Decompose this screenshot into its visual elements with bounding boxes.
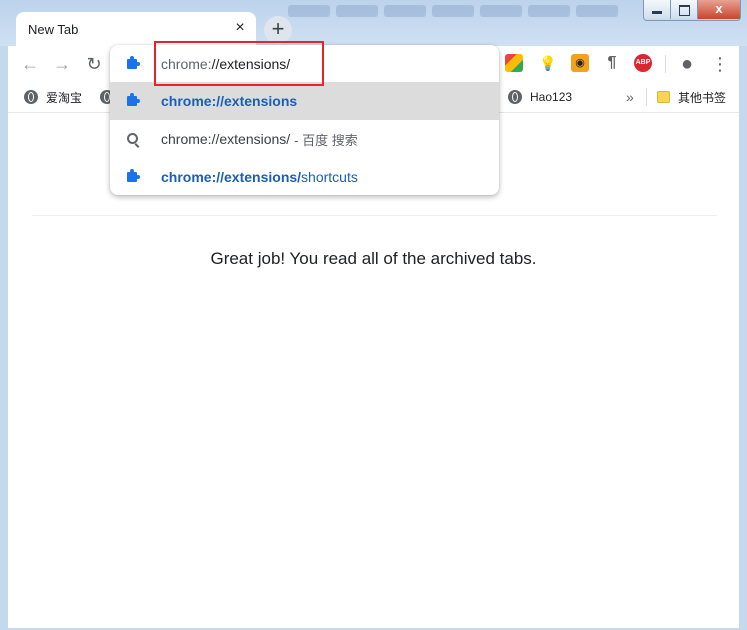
pilcrow-extension-icon[interactable]: ¶ <box>603 54 621 72</box>
folder-icon <box>657 91 670 103</box>
close-icon[interactable]: × <box>232 20 248 36</box>
omnibox-input-row[interactable]: chrome://extensions/ <box>110 45 499 83</box>
puzzle-icon <box>124 92 142 110</box>
search-icon <box>124 130 142 148</box>
maximize-button[interactable] <box>671 0 698 19</box>
back-button[interactable]: ← <box>18 52 42 76</box>
omnibox-suggestion[interactable]: chrome://extensions/ - 百度 搜索 <box>110 120 499 158</box>
color-extension-icon[interactable] <box>505 54 523 72</box>
bookmark-folder-other[interactable]: 其他书签 <box>657 88 726 106</box>
suggestion-subtext: - 百度 搜索 <box>294 132 358 148</box>
forward-button[interactable]: → <box>50 52 74 76</box>
reload-button[interactable]: ↻ <box>82 52 106 76</box>
puzzle-icon <box>124 168 142 186</box>
adblock-extension-icon[interactable]: ABP <box>634 54 652 72</box>
bulb-extension-icon[interactable]: 💡 <box>539 54 557 72</box>
suggestion-text: chrome://extensions/ <box>161 131 291 147</box>
globe-icon <box>508 90 522 104</box>
omnibox-dropdown: chrome://extensions/ chrome://extensions… <box>110 45 499 195</box>
empty-state-message: Great job! You read all of the archived … <box>210 249 537 268</box>
window-close-button[interactable]: x <box>698 0 740 19</box>
bookmark-item-aitaobao[interactable]: 爱淘宝 <box>24 88 82 106</box>
blurred-background-tabs <box>280 0 648 22</box>
new-tab-button[interactable]: + <box>264 16 292 44</box>
omnibox-input[interactable]: chrome://extensions/ <box>161 56 290 72</box>
bookmark-label: 其他书签 <box>678 90 727 105</box>
tab-title: New Tab <box>28 22 79 37</box>
menu-icon[interactable]: ⋮ <box>708 52 732 76</box>
toolbar-divider <box>665 55 666 73</box>
bookmark-label: 爱淘宝 <box>46 90 83 105</box>
bookmarks-overflow-button[interactable]: » <box>626 88 634 106</box>
minimize-button[interactable] <box>644 0 671 19</box>
tampermonkey-extension-icon[interactable]: ◉ <box>571 54 589 72</box>
content-divider <box>32 215 717 216</box>
bookmarks-divider <box>646 88 647 106</box>
bookmark-item-hao123[interactable]: Hao123 <box>508 88 572 106</box>
omnibox-suggestion[interactable]: chrome://extensions <box>110 82 499 120</box>
omnibox-suggestion[interactable]: chrome://extensions/shortcuts <box>110 158 499 196</box>
puzzle-icon <box>124 55 142 73</box>
close-icon: x <box>715 1 723 16</box>
minimize-icon <box>652 11 662 14</box>
bookmark-label: Hao123 <box>530 90 573 104</box>
suggestion-text: chrome://extensions/shortcuts <box>161 169 358 185</box>
window-controls: x <box>643 0 741 21</box>
browser-window: New Tab × + x ← → ↻ 💡 ◉ ¶ ABP ● ⋮ 爱淘宝 Ha… <box>0 0 747 630</box>
tab-strip: New Tab × + x <box>0 0 747 46</box>
tab-new-tab[interactable]: New Tab × <box>16 12 256 46</box>
suggestion-text: chrome://extensions <box>161 93 298 109</box>
maximize-icon <box>679 5 690 16</box>
globe-icon <box>24 90 38 104</box>
profile-icon[interactable]: ● <box>675 52 699 76</box>
